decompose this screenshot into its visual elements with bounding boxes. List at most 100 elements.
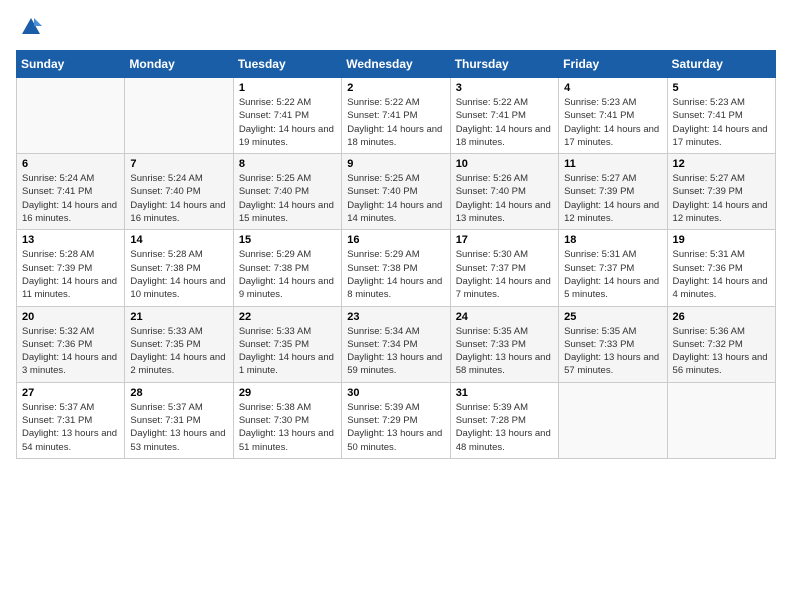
day-info: Sunrise: 5:27 AM Sunset: 7:39 PM Dayligh… [564,172,661,225]
day-info: Sunrise: 5:25 AM Sunset: 7:40 PM Dayligh… [347,172,444,225]
day-info: Sunrise: 5:23 AM Sunset: 7:41 PM Dayligh… [564,96,661,149]
calendar-week-row: 27 Sunrise: 5:37 AM Sunset: 7:31 PM Dayli… [17,382,776,458]
logo-icon [20,16,42,38]
calendar-day-cell: 8 Sunrise: 5:25 AM Sunset: 7:40 PM Daylig… [233,154,341,230]
calendar-day-cell: 10Sunrise: 5:26 AM Sunset: 7:40 PM Dayli… [450,154,558,230]
calendar-day-cell: 18 Sunrise: 5:31 AM Sunset: 7:37 PM Dayli… [559,230,667,306]
weekday-header: Friday [559,51,667,78]
day-info: Sunrise: 5:38 AM Sunset: 7:30 PM Dayligh… [239,401,336,454]
day-number: 1 [239,82,336,94]
day-number: 16 [347,234,444,246]
logo [16,16,42,38]
calendar-table: SundayMondayTuesdayWednesdayThursdayFrid… [16,50,776,459]
day-info: Sunrise: 5:28 AM Sunset: 7:39 PM Dayligh… [22,248,119,301]
weekday-header: Monday [125,51,233,78]
calendar-day-cell: 16 Sunrise: 5:29 AM Sunset: 7:38 PM Dayli… [342,230,450,306]
day-info: Sunrise: 5:30 AM Sunset: 7:37 PM Dayligh… [456,248,553,301]
calendar-day-cell: 28 Sunrise: 5:37 AM Sunset: 7:31 PM Dayli… [125,382,233,458]
day-number: 24 [456,311,553,323]
day-info: Sunrise: 5:32 AM Sunset: 7:36 PM Dayligh… [22,325,119,378]
calendar-day-cell: 27 Sunrise: 5:37 AM Sunset: 7:31 PM Dayli… [17,382,125,458]
calendar-day-cell: 31 Sunrise: 5:39 AM Sunset: 7:28 PM Dayli… [450,382,558,458]
calendar-day-cell: 1Sunrise: 5:22 AM Sunset: 7:41 PM Daylig… [233,78,341,154]
calendar-day-cell: 11 Sunrise: 5:27 AM Sunset: 7:39 PM Dayli… [559,154,667,230]
calendar-day-cell: 17 Sunrise: 5:30 AM Sunset: 7:37 PM Dayli… [450,230,558,306]
day-info: Sunrise: 5:31 AM Sunset: 7:37 PM Dayligh… [564,248,661,301]
day-info: Sunrise: 5:26 AM Sunset: 7:40 PM Dayligh… [456,172,553,225]
day-number: 4 [564,82,661,94]
calendar-day-cell: 23 Sunrise: 5:34 AM Sunset: 7:34 PM Dayli… [342,306,450,382]
calendar-day-cell: 22 Sunrise: 5:33 AM Sunset: 7:35 PM Dayli… [233,306,341,382]
calendar-day-cell [125,78,233,154]
day-info: Sunrise: 5:25 AM Sunset: 7:40 PM Dayligh… [239,172,336,225]
calendar-day-cell: 3Sunrise: 5:22 AM Sunset: 7:41 PM Daylig… [450,78,558,154]
day-number: 30 [347,387,444,399]
calendar-day-cell: 2Sunrise: 5:22 AM Sunset: 7:41 PM Daylig… [342,78,450,154]
day-info: Sunrise: 5:27 AM Sunset: 7:39 PM Dayligh… [673,172,770,225]
day-info: Sunrise: 5:24 AM Sunset: 7:40 PM Dayligh… [130,172,227,225]
weekday-header: Saturday [667,51,775,78]
calendar-day-cell: 21 Sunrise: 5:33 AM Sunset: 7:35 PM Dayli… [125,306,233,382]
calendar-day-cell [667,382,775,458]
calendar-day-cell [559,382,667,458]
calendar-week-row: 13Sunrise: 5:28 AM Sunset: 7:39 PM Dayli… [17,230,776,306]
day-info: Sunrise: 5:39 AM Sunset: 7:28 PM Dayligh… [456,401,553,454]
day-info: Sunrise: 5:29 AM Sunset: 7:38 PM Dayligh… [347,248,444,301]
day-number: 12 [673,158,770,170]
day-number: 9 [347,158,444,170]
day-info: Sunrise: 5:39 AM Sunset: 7:29 PM Dayligh… [347,401,444,454]
calendar-day-cell: 14Sunrise: 5:28 AM Sunset: 7:38 PM Dayli… [125,230,233,306]
day-number: 22 [239,311,336,323]
day-info: Sunrise: 5:37 AM Sunset: 7:31 PM Dayligh… [22,401,119,454]
day-info: Sunrise: 5:33 AM Sunset: 7:35 PM Dayligh… [130,325,227,378]
day-number: 5 [673,82,770,94]
weekday-header: Tuesday [233,51,341,78]
calendar-day-cell [17,78,125,154]
day-number: 23 [347,311,444,323]
day-number: 14 [130,234,227,246]
calendar-day-cell: 20Sunrise: 5:32 AM Sunset: 7:36 PM Dayli… [17,306,125,382]
page-header [16,16,776,38]
calendar-day-cell: 4 Sunrise: 5:23 AM Sunset: 7:41 PM Daylig… [559,78,667,154]
day-info: Sunrise: 5:31 AM Sunset: 7:36 PM Dayligh… [673,248,770,301]
day-info: Sunrise: 5:37 AM Sunset: 7:31 PM Dayligh… [130,401,227,454]
day-number: 11 [564,158,661,170]
weekday-header: Wednesday [342,51,450,78]
calendar-day-cell: 29 Sunrise: 5:38 AM Sunset: 7:30 PM Dayli… [233,382,341,458]
calendar-day-cell: 30 Sunrise: 5:39 AM Sunset: 7:29 PM Dayli… [342,382,450,458]
calendar-week-row: 6 Sunrise: 5:24 AM Sunset: 7:41 PM Daylig… [17,154,776,230]
day-number: 21 [130,311,227,323]
day-number: 26 [673,311,770,323]
day-number: 8 [239,158,336,170]
day-number: 27 [22,387,119,399]
day-info: Sunrise: 5:23 AM Sunset: 7:41 PM Dayligh… [673,96,770,149]
calendar-day-cell: 5 Sunrise: 5:23 AM Sunset: 7:41 PM Daylig… [667,78,775,154]
calendar-day-cell: 19Sunrise: 5:31 AM Sunset: 7:36 PM Dayli… [667,230,775,306]
calendar-day-cell: 15 Sunrise: 5:29 AM Sunset: 7:38 PM Dayli… [233,230,341,306]
day-number: 7 [130,158,227,170]
day-info: Sunrise: 5:35 AM Sunset: 7:33 PM Dayligh… [564,325,661,378]
calendar-day-cell: 7 Sunrise: 5:24 AM Sunset: 7:40 PM Daylig… [125,154,233,230]
day-info: Sunrise: 5:33 AM Sunset: 7:35 PM Dayligh… [239,325,336,378]
day-info: Sunrise: 5:24 AM Sunset: 7:41 PM Dayligh… [22,172,119,225]
day-number: 15 [239,234,336,246]
day-info: Sunrise: 5:35 AM Sunset: 7:33 PM Dayligh… [456,325,553,378]
calendar-day-cell: 24 Sunrise: 5:35 AM Sunset: 7:33 PM Dayli… [450,306,558,382]
calendar-day-cell: 12 Sunrise: 5:27 AM Sunset: 7:39 PM Dayli… [667,154,775,230]
calendar-week-row: 1Sunrise: 5:22 AM Sunset: 7:41 PM Daylig… [17,78,776,154]
day-number: 31 [456,387,553,399]
day-number: 28 [130,387,227,399]
calendar-header-row: SundayMondayTuesdayWednesdayThursdayFrid… [17,51,776,78]
day-number: 6 [22,158,119,170]
day-info: Sunrise: 5:34 AM Sunset: 7:34 PM Dayligh… [347,325,444,378]
calendar-day-cell: 6 Sunrise: 5:24 AM Sunset: 7:41 PM Daylig… [17,154,125,230]
day-info: Sunrise: 5:29 AM Sunset: 7:38 PM Dayligh… [239,248,336,301]
day-info: Sunrise: 5:36 AM Sunset: 7:32 PM Dayligh… [673,325,770,378]
day-number: 18 [564,234,661,246]
day-number: 29 [239,387,336,399]
calendar-day-cell: 9 Sunrise: 5:25 AM Sunset: 7:40 PM Daylig… [342,154,450,230]
weekday-header: Sunday [17,51,125,78]
calendar-day-cell: 25Sunrise: 5:35 AM Sunset: 7:33 PM Dayli… [559,306,667,382]
calendar-week-row: 20Sunrise: 5:32 AM Sunset: 7:36 PM Dayli… [17,306,776,382]
day-number: 17 [456,234,553,246]
